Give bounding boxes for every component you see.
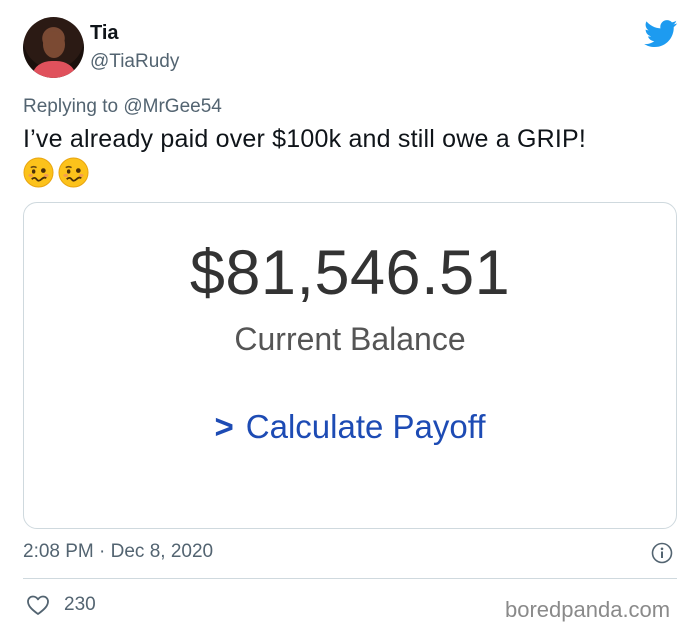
tweet-timestamp[interactable]: 2:08 PM · Dec 8, 2020 xyxy=(23,541,213,563)
attached-image-card[interactable]: $81,546.51 Current Balance > Calculate Pa… xyxy=(23,202,677,529)
tweet-text: I’ve already paid over $100k and still o… xyxy=(23,125,587,153)
reply-mention-link[interactable]: @MrGee54 xyxy=(123,96,222,117)
balance-label: Current Balance xyxy=(234,321,466,357)
balance-amount: $81,546.51 xyxy=(189,238,511,308)
like-count[interactable]: 230 xyxy=(64,594,96,616)
woozy-face-icon xyxy=(23,157,54,188)
calculate-payoff-label: Calculate Payoff xyxy=(245,408,486,445)
tweet: Tia @TiaRudy Replying to @MrGee54 I’ve a… xyxy=(0,0,700,632)
reply-prefix: Replying to xyxy=(23,96,119,117)
user-handle[interactable]: @TiaRudy xyxy=(90,51,179,73)
avatar-shirt xyxy=(33,61,75,78)
info-icon[interactable] xyxy=(651,542,673,564)
chevron-right-icon: > xyxy=(214,408,234,445)
divider xyxy=(23,578,677,579)
woozy-face-icon xyxy=(58,157,89,188)
tweet-emojis xyxy=(23,157,89,188)
reply-context: Replying to @MrGee54 xyxy=(23,96,222,118)
avatar-face xyxy=(43,31,65,58)
display-name[interactable]: Tia xyxy=(90,22,119,45)
twitter-bird-icon xyxy=(644,20,678,48)
avatar[interactable] xyxy=(23,17,84,78)
heart-icon[interactable] xyxy=(26,594,50,616)
source-watermark: boredpanda.com xyxy=(505,597,671,622)
calculate-payoff-link: > Calculate Payoff xyxy=(24,408,676,446)
